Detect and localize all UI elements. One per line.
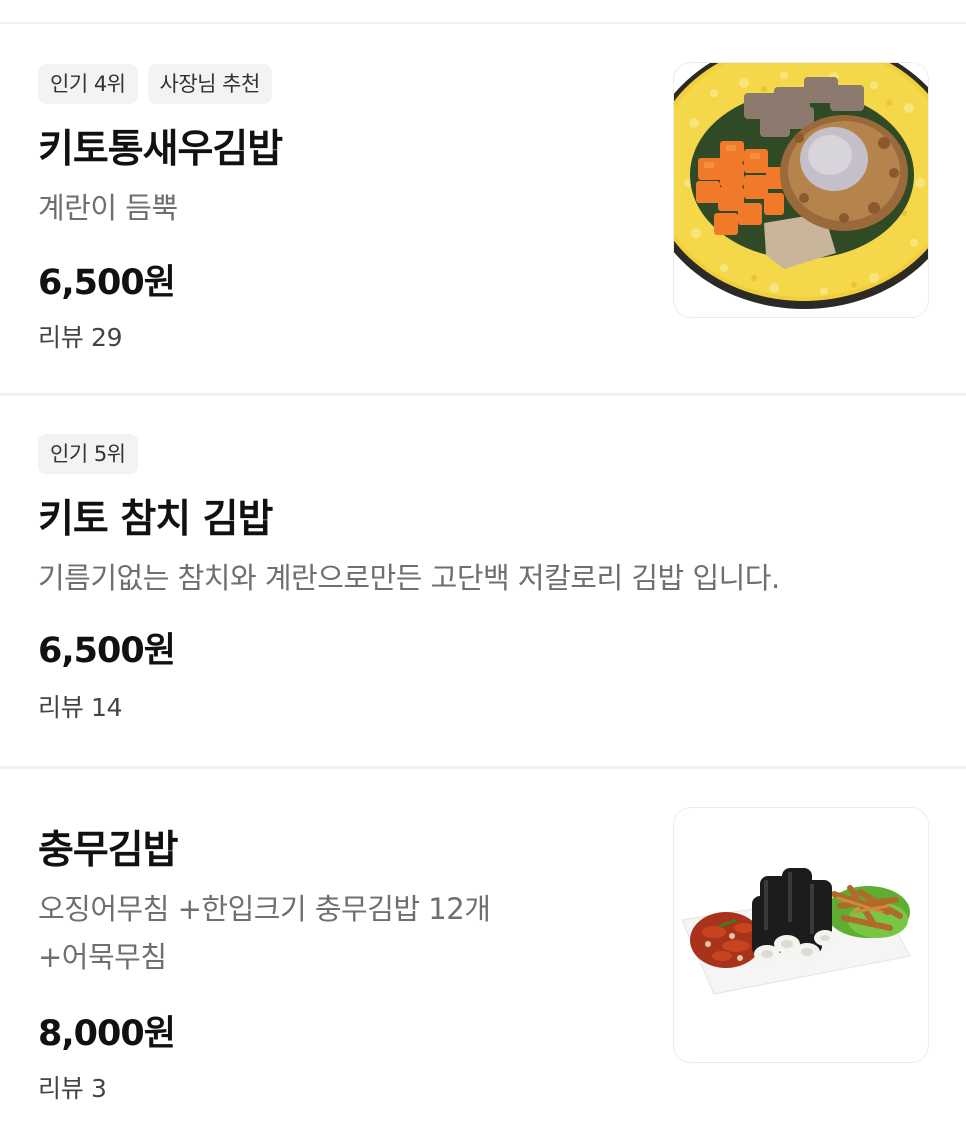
menu-item-name: 충무김밥 — [38, 828, 179, 873]
menu-item-description: 오징어무침 +한입크기 충무김밥 12개 +어묵무침 — [38, 885, 491, 981]
menu-item-name: 키토통새우김밥 — [38, 127, 283, 172]
menu-item-description: 기름기없는 참치와 계란으로만든 고단백 저칼로리 김밥 입니다. — [38, 561, 780, 595]
menu-item-description: 계란이 듬뿍 — [38, 191, 178, 225]
description-line: +어묵무침 — [38, 940, 167, 974]
menu-item-reviews: 리뷰 3 — [38, 1074, 107, 1103]
menu-item-price: 6,500원 — [38, 263, 176, 303]
menu-item-keto-tuna-kimbap[interactable]: 인기 5위 키토 참치 김밥 기름기없는 참치와 계란으로만든 고단백 저칼로리… — [0, 396, 966, 766]
badge-group: 인기 5위 — [38, 434, 138, 474]
description-line: 오징어무침 +한입크기 충무김밥 12개 — [38, 892, 491, 926]
menu-item-keto-shrimp-kimbap[interactable]: 인기 4위 사장님 추천 키토통새우김밥 계란이 듬뿍 6,500원 리뷰 29 — [0, 24, 966, 393]
menu-item-name: 키토 참치 김밥 — [38, 497, 273, 542]
menu-item-reviews: 리뷰 14 — [38, 693, 123, 722]
menu-item-price: 6,500원 — [38, 631, 176, 671]
badge-group: 인기 4위 사장님 추천 — [38, 64, 272, 104]
kimbap-photo-icon[interactable] — [673, 62, 929, 318]
menu-item-price: 8,000원 — [38, 1014, 176, 1054]
popularity-badge: 인기 5위 — [38, 434, 138, 474]
popularity-badge: 인기 4위 — [38, 64, 138, 104]
owner-recommend-badge: 사장님 추천 — [147, 64, 272, 104]
menu-item-chungmu-kimbap[interactable]: 충무김밥 오징어무침 +한입크기 충무김밥 12개 +어묵무침 8,000원 리… — [0, 769, 966, 1138]
menu-item-reviews: 리뷰 29 — [38, 323, 123, 352]
chungmu-kimbap-photo-icon[interactable] — [673, 807, 929, 1063]
